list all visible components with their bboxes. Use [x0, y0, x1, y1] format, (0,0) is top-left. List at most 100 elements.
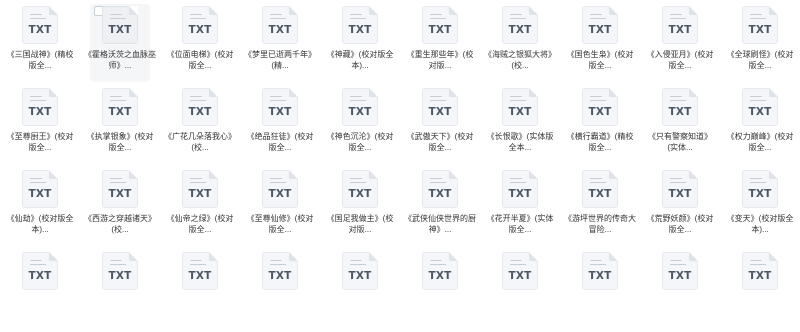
file-item[interactable]: TXT 《国色生枭》(校对版全... — [560, 4, 640, 86]
file-name: 《只有警察知道》(实体... — [648, 132, 712, 152]
file-extension-label: TXT — [28, 188, 52, 200]
file-extension-label: TXT — [268, 270, 292, 282]
file-item[interactable]: TXT 《梦里已逝两千年》(精... — [240, 4, 320, 86]
text-line-icon — [590, 182, 606, 183]
text-line-icon — [590, 14, 602, 15]
file-extension-label: TXT — [748, 106, 772, 118]
file-name: 《长恨歌》(实体版全本... — [486, 132, 554, 152]
text-line-icon — [670, 96, 682, 97]
text-line-icon — [430, 260, 442, 261]
text-line-icon — [590, 100, 606, 101]
text-line-icon — [590, 18, 606, 19]
file-item[interactable]: TXT 《国足我做主》(校对版... — [320, 168, 400, 250]
text-line-icon — [670, 182, 686, 183]
file-item[interactable]: TXT — [400, 250, 480, 332]
text-line-icon — [190, 260, 202, 261]
txt-file-icon: TXT — [182, 252, 218, 290]
file-item[interactable]: TXT 《仙帝之绿》(校对版全... — [160, 168, 240, 250]
txt-file-icon: TXT — [422, 88, 458, 126]
page-fold-icon — [769, 252, 778, 261]
txt-file-icon: TXT — [262, 252, 298, 290]
txt-file-icon: TXT — [342, 170, 378, 208]
file-item[interactable]: TXT 《变天》(校对版全本)... — [720, 168, 800, 250]
file-name: 《入侵亚月》(校对版全... — [646, 50, 714, 70]
file-name: 《梦里已逝两千年》(精... — [244, 50, 316, 70]
file-item[interactable]: TXT — [320, 250, 400, 332]
file-item[interactable]: TXT 《荒野妖颜》(校对版全... — [640, 168, 720, 250]
file-item[interactable]: TXT — [720, 250, 800, 332]
file-item[interactable]: TXT 《横行霸道》(精校版全... — [560, 86, 640, 168]
text-line-icon — [270, 100, 286, 101]
file-item[interactable]: TXT — [640, 250, 720, 332]
file-item[interactable]: TXT 《神色沉沦》(校对版全... — [320, 86, 400, 168]
file-item[interactable]: TXT 《重生那些年》(校对版... — [400, 4, 480, 86]
text-line-icon — [510, 260, 522, 261]
file-item[interactable]: TXT 《武傲天下》(校对版全... — [400, 86, 480, 168]
file-item[interactable]: TXT 《位面电梯》(校对版全... — [160, 4, 240, 86]
file-item[interactable]: TXT — [240, 250, 320, 332]
file-item[interactable]: TXT — [0, 250, 80, 332]
file-extension-label: TXT — [748, 24, 772, 36]
file-item[interactable]: TXT 《海贼之银狐大将》(校... — [480, 4, 560, 86]
txt-file-icon: TXT — [262, 170, 298, 208]
txt-file-icon: TXT — [102, 6, 138, 44]
file-item[interactable]: TXT 《广花几朵落我心》(校... — [160, 86, 240, 168]
txt-file-icon: TXT — [22, 6, 58, 44]
txt-file-icon: TXT — [102, 170, 138, 208]
text-line-icon — [590, 178, 602, 179]
text-line-icon — [270, 264, 286, 265]
text-line-icon — [750, 18, 766, 19]
text-line-icon — [750, 178, 762, 179]
text-line-icon — [430, 178, 442, 179]
file-item[interactable]: TXT 《权力巅峰》(校对版全... — [720, 86, 800, 168]
text-line-icon — [590, 264, 606, 265]
file-extension-label: TXT — [108, 270, 132, 282]
file-item[interactable]: TXT 《霍格沃茨之血脉巫师》... — [80, 4, 160, 86]
txt-file-icon: TXT — [22, 170, 58, 208]
file-item[interactable]: TXT — [80, 250, 160, 332]
file-item[interactable]: TXT — [560, 250, 640, 332]
txt-file-icon: TXT — [502, 88, 538, 126]
file-item[interactable]: TXT 《全球刷怪》(校对版全... — [720, 4, 800, 86]
file-item[interactable]: TXT 《入侵亚月》(校对版全... — [640, 4, 720, 86]
text-line-icon — [190, 178, 202, 179]
file-item[interactable]: TXT 《只有警察知道》(实体... — [640, 86, 720, 168]
file-item[interactable]: TXT 《仙劫》(校对版全本)... — [0, 168, 80, 250]
file-item[interactable]: TXT 《神藏》(校对版全本)... — [320, 4, 400, 86]
file-item[interactable]: TXT 《花开半夏》(实体版全... — [480, 168, 560, 250]
file-item[interactable]: TXT 《绝品狂徒》(校对版全... — [240, 86, 320, 168]
page-fold-icon — [209, 170, 218, 179]
file-item[interactable]: TXT 《游坪世界的传奇大冒险... — [560, 168, 640, 250]
file-item[interactable]: TXT — [160, 250, 240, 332]
page-fold-icon — [529, 170, 538, 179]
file-name: 《至尊仙修》(校对版全... — [246, 214, 314, 234]
text-line-icon — [30, 96, 42, 97]
page-fold-icon — [529, 6, 538, 15]
file-extension-label: TXT — [588, 24, 612, 36]
txt-file-icon: TXT — [502, 170, 538, 208]
text-line-icon — [430, 264, 446, 265]
file-item[interactable]: TXT 《武侠仙侠世界的厨神》... — [400, 168, 480, 250]
file-grid: TXT 《三国战神》(精校版全... TXT 《霍格沃茨之血脉巫师》... TXT 《位面… — [0, 0, 800, 290]
file-item[interactable]: TXT 《至尊厨王》(校对版全... — [0, 86, 80, 168]
file-item[interactable]: TXT 《西游之穿越诸天》(校... — [80, 168, 160, 250]
file-item[interactable]: TXT 《长恨歌》(实体版全本... — [480, 86, 560, 168]
page-fold-icon — [449, 6, 458, 15]
text-line-icon — [190, 100, 206, 101]
txt-file-icon: TXT — [582, 170, 618, 208]
file-item[interactable]: TXT 《执掌银象》(校对版全... — [80, 86, 160, 168]
file-name: 《神色沉沦》(校对版全... — [326, 132, 394, 152]
text-line-icon — [110, 96, 122, 97]
txt-file-icon: TXT — [582, 252, 618, 290]
file-item[interactable]: TXT 《至尊仙修》(校对版全... — [240, 168, 320, 250]
txt-file-icon: TXT — [342, 252, 378, 290]
text-line-icon — [590, 96, 602, 97]
file-item[interactable]: TXT 《三国战神》(精校版全... — [0, 4, 80, 86]
page-fold-icon — [289, 88, 298, 97]
page-fold-icon — [609, 88, 618, 97]
file-item[interactable]: TXT — [480, 250, 560, 332]
text-line-icon — [430, 100, 446, 101]
text-line-icon — [110, 14, 122, 15]
txt-file-icon: TXT — [662, 88, 698, 126]
file-name: 《三国战神》(精校版全... — [6, 50, 74, 70]
